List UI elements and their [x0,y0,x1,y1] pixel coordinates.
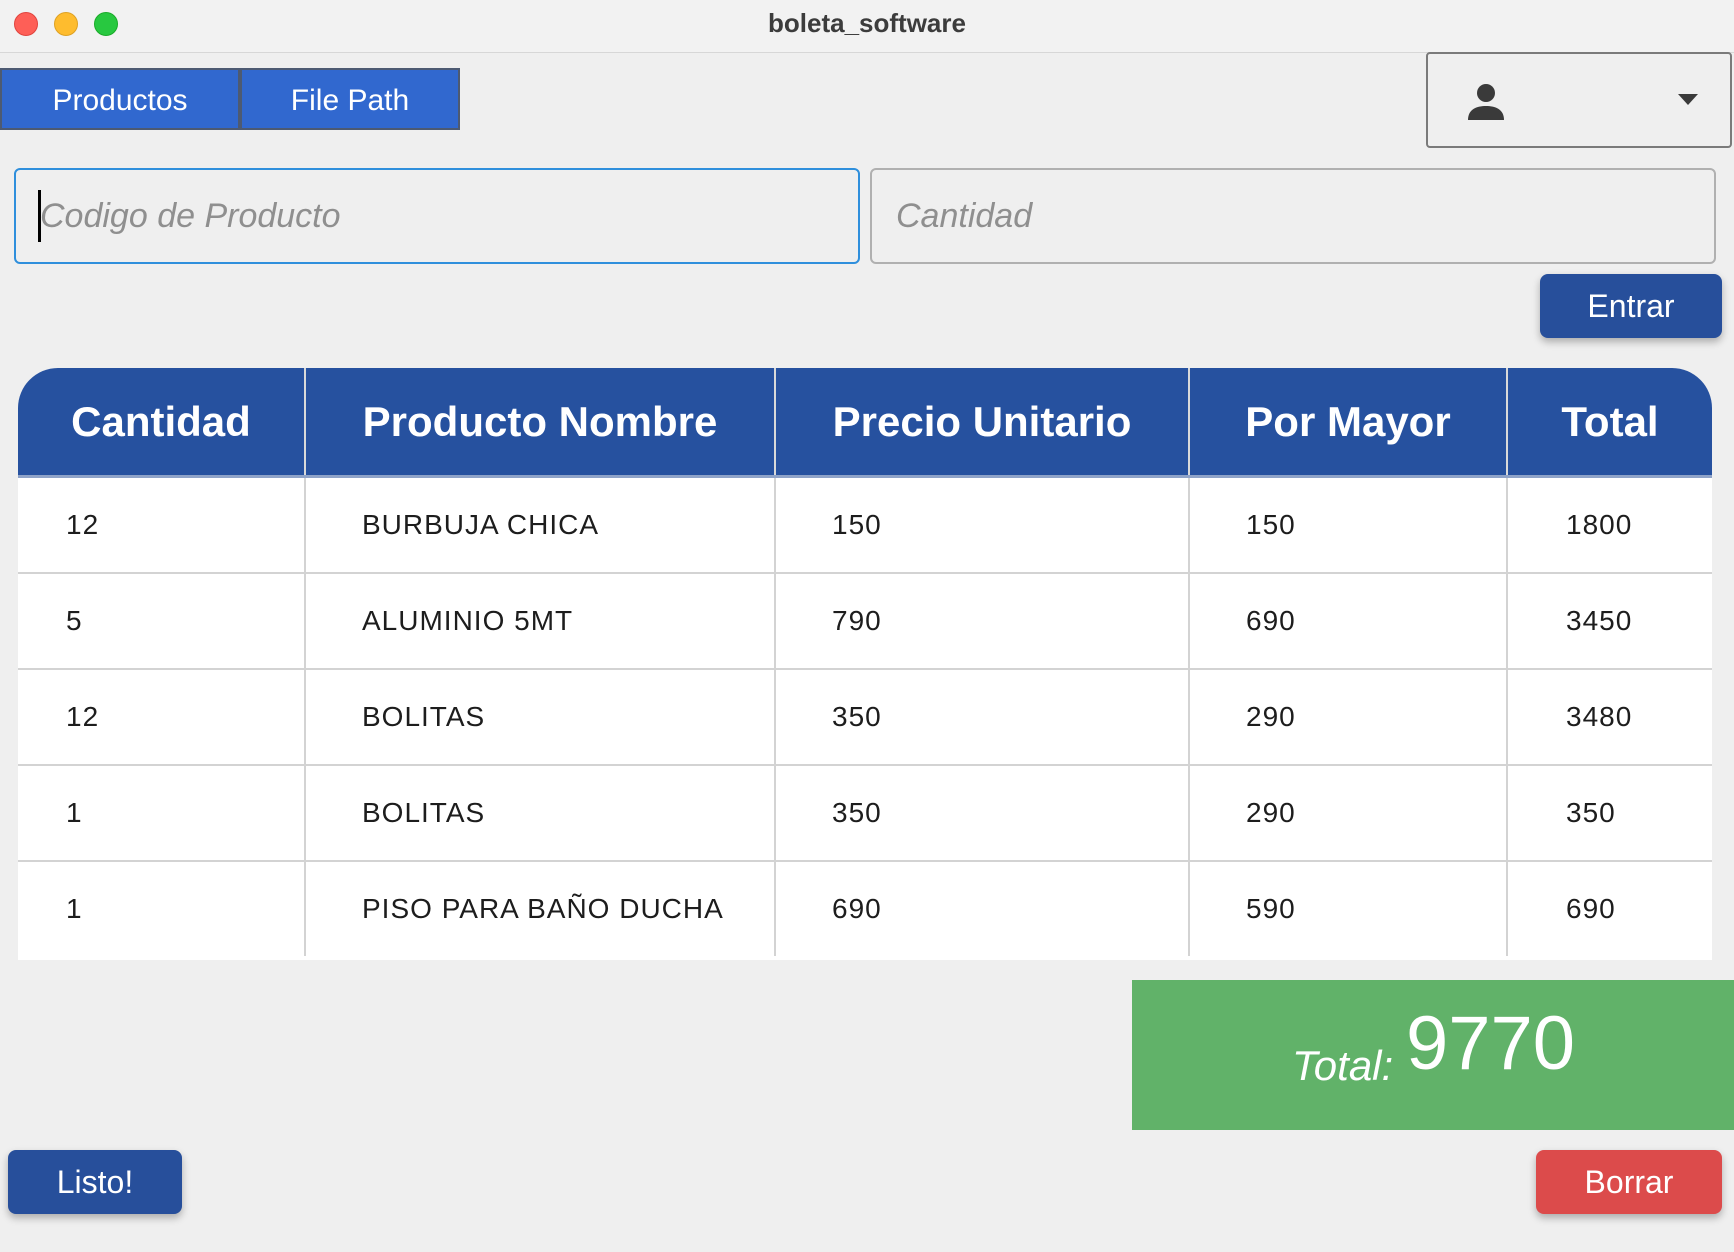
table-row[interactable]: 1 BOLITAS 350 290 350 [18,766,1712,862]
productos-button[interactable]: Productos [0,68,240,130]
user-icon [1468,84,1504,120]
cell-total: 3450 [1566,605,1633,636]
cell-producto-nombre: BOLITAS [306,766,776,860]
borrar-button[interactable]: Borrar [1536,1150,1722,1214]
column-header-precio-unitario[interactable]: Precio Unitario [776,368,1190,475]
text-cursor [38,190,41,242]
table-row[interactable]: 12 BURBUJA CHICA 150 150 1800 [18,478,1712,574]
cell-producto-nombre: BOLITAS [306,670,776,764]
table-row[interactable]: 5 ALUMINIO 5MT 790 690 3450 [18,574,1712,670]
table-body: 12 BURBUJA CHICA 150 150 1800 5 ALUMINIO… [18,478,1712,960]
cell-por-mayor: 150 [1190,478,1508,572]
cell-total: 1800 [1566,509,1633,540]
cantidad-input[interactable] [870,168,1716,264]
cell-cantidad: 12 [18,670,306,764]
cell-precio-unitario: 350 [776,670,1190,764]
file-path-button[interactable]: File Path [240,68,460,130]
column-header-por-mayor[interactable]: Por Mayor [1190,368,1508,475]
listo-button[interactable]: Listo! [8,1150,182,1214]
app-window: boleta_software Productos File Path Entr… [0,0,1734,1252]
cell-por-mayor: 290 [1190,766,1508,860]
chevron-down-icon [1678,94,1698,105]
title-bar: boleta_software [0,0,1734,53]
column-header-total[interactable]: Total [1508,368,1712,475]
cell-total: 690 [1566,893,1616,924]
window-title: boleta_software [768,8,966,38]
cell-por-mayor: 690 [1190,574,1508,668]
total-label: Total: [1292,1042,1394,1089]
cell-total: 3480 [1566,701,1633,732]
cell-por-mayor: 590 [1190,862,1508,956]
cell-producto-nombre: ALUMINIO 5MT [306,574,776,668]
cell-precio-unitario: 150 [776,478,1190,572]
column-header-producto-nombre[interactable]: Producto Nombre [306,368,776,475]
user-dropdown[interactable] [1426,52,1732,148]
cell-precio-unitario: 690 [776,862,1190,956]
cell-total: 350 [1566,797,1616,828]
cell-producto-nombre: PISO PARA BAÑO DUCHA [306,862,776,956]
cell-por-mayor: 290 [1190,670,1508,764]
codigo-producto-input[interactable] [14,168,860,264]
entrar-button[interactable]: Entrar [1540,274,1722,338]
total-value: 9770 [1406,1001,1576,1086]
cell-cantidad: 5 [18,574,306,668]
table-row[interactable]: 1 PISO PARA BAÑO DUCHA 690 590 690 [18,862,1712,958]
total-panel: Total: 9770 [1132,980,1734,1130]
column-header-cantidad[interactable]: Cantidad [18,368,306,475]
cell-precio-unitario: 790 [776,574,1190,668]
table-header: Cantidad Producto Nombre Precio Unitario… [18,368,1712,478]
cell-producto-nombre: BURBUJA CHICA [306,478,776,572]
cell-cantidad: 12 [18,478,306,572]
cell-cantidad: 1 [18,862,306,956]
cell-cantidad: 1 [18,766,306,860]
products-table: Cantidad Producto Nombre Precio Unitario… [18,368,1712,960]
table-row[interactable]: 12 BOLITAS 350 290 3480 [18,670,1712,766]
cell-precio-unitario: 350 [776,766,1190,860]
